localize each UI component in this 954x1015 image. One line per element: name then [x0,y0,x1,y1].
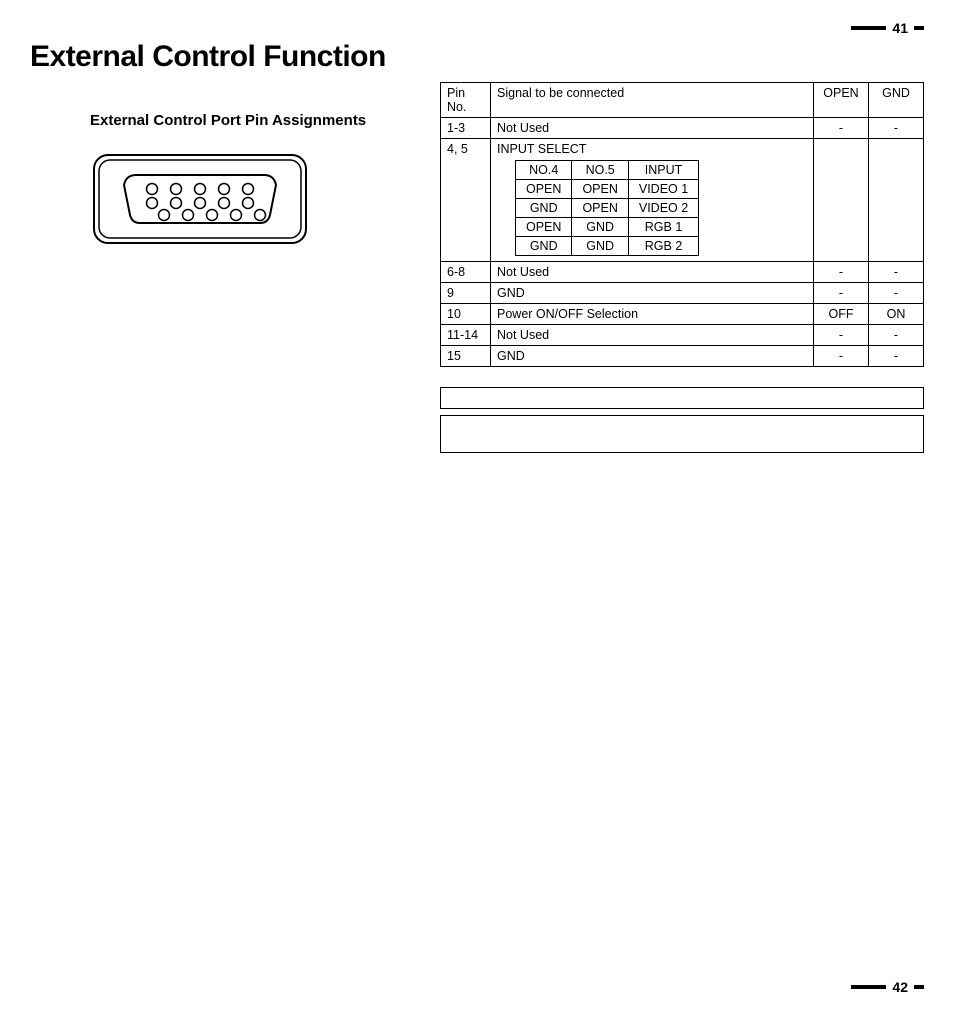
inner-table-row: GND GND RGB 2 [516,237,699,256]
blank-box [440,415,924,453]
cell-signal: Not Used [491,118,814,139]
cell-gnd: - [869,283,924,304]
section-subtitle: External Control Port Pin Assignments [90,112,400,129]
cell-pin: 15 [441,346,491,367]
connector-diagram [90,149,400,254]
table-header-row: Pin No. Signal to be connected OPEN GND [441,83,924,118]
header-signal: Signal to be connected [491,83,814,118]
page-title: External Control Function [30,40,924,74]
inner-cell: GND [572,237,628,256]
table-row: 15 GND - - [441,346,924,367]
inner-table-row: OPEN GND RGB 1 [516,218,699,237]
inner-cell: VIDEO 1 [628,180,698,199]
blank-box [440,387,924,409]
page-number-top: 41 [851,20,924,36]
cell-signal: GND [491,283,814,304]
cell-gnd: - [869,346,924,367]
decorative-bar-icon [851,26,886,30]
cell-gnd [869,139,924,262]
cell-open: - [814,325,869,346]
input-select-label: INPUT SELECT [497,142,586,156]
cell-open [814,139,869,262]
table-row: 10 Power ON/OFF Selection OFF ON [441,304,924,325]
table-row: 11-14 Not Used - - [441,325,924,346]
inner-cell: OPEN [572,199,628,218]
inner-cell: GND [516,237,572,256]
cell-open: - [814,262,869,283]
cell-signal-input-select: INPUT SELECT NO.4 NO.5 INPUT OPEN OPEN V… [491,139,814,262]
inner-cell: RGB 1 [628,218,698,237]
header-pin: Pin No. [441,83,491,118]
page-number-bottom-value: 42 [892,979,908,995]
page-number-top-value: 41 [892,20,908,36]
input-select-inner-table: NO.4 NO.5 INPUT OPEN OPEN VIDEO 1 GND OP… [515,160,699,256]
cell-open: - [814,118,869,139]
decorative-bar-icon [851,985,886,989]
inner-cell: GND [516,199,572,218]
cell-gnd: - [869,262,924,283]
cell-signal: GND [491,346,814,367]
table-row: 9 GND - - [441,283,924,304]
dsub-connector-icon [90,149,310,249]
header-gnd: GND [869,83,924,118]
inner-header-no4: NO.4 [516,161,572,180]
table-row-input-select: 4, 5 INPUT SELECT NO.4 NO.5 INPUT OPEN O… [441,139,924,262]
cell-pin: 10 [441,304,491,325]
pin-assignments-table: Pin No. Signal to be connected OPEN GND … [440,82,924,367]
cell-pin: 1-3 [441,118,491,139]
inner-cell: RGB 2 [628,237,698,256]
cell-pin: 11-14 [441,325,491,346]
page-number-bottom: 42 [851,979,924,995]
inner-header-input: INPUT [628,161,698,180]
cell-gnd: - [869,118,924,139]
cell-pin: 6-8 [441,262,491,283]
inner-cell: GND [572,218,628,237]
cell-signal: Not Used [491,262,814,283]
inner-cell: OPEN [572,180,628,199]
inner-cell: OPEN [516,180,572,199]
cell-gnd: ON [869,304,924,325]
cell-pin: 9 [441,283,491,304]
decorative-bar-icon [914,985,924,989]
table-row: 1-3 Not Used - - [441,118,924,139]
cell-open: OFF [814,304,869,325]
inner-table-row: OPEN OPEN VIDEO 1 [516,180,699,199]
cell-gnd: - [869,325,924,346]
inner-cell: VIDEO 2 [628,199,698,218]
cell-open: - [814,283,869,304]
inner-cell: OPEN [516,218,572,237]
blank-box-group [440,387,924,453]
decorative-bar-icon [914,26,924,30]
cell-signal: Power ON/OFF Selection [491,304,814,325]
inner-header-no5: NO.5 [572,161,628,180]
cell-signal: Not Used [491,325,814,346]
cell-open: - [814,346,869,367]
cell-pin: 4, 5 [441,139,491,262]
header-open: OPEN [814,83,869,118]
table-row: 6-8 Not Used - - [441,262,924,283]
inner-table-header-row: NO.4 NO.5 INPUT [516,161,699,180]
inner-table-row: GND OPEN VIDEO 2 [516,199,699,218]
